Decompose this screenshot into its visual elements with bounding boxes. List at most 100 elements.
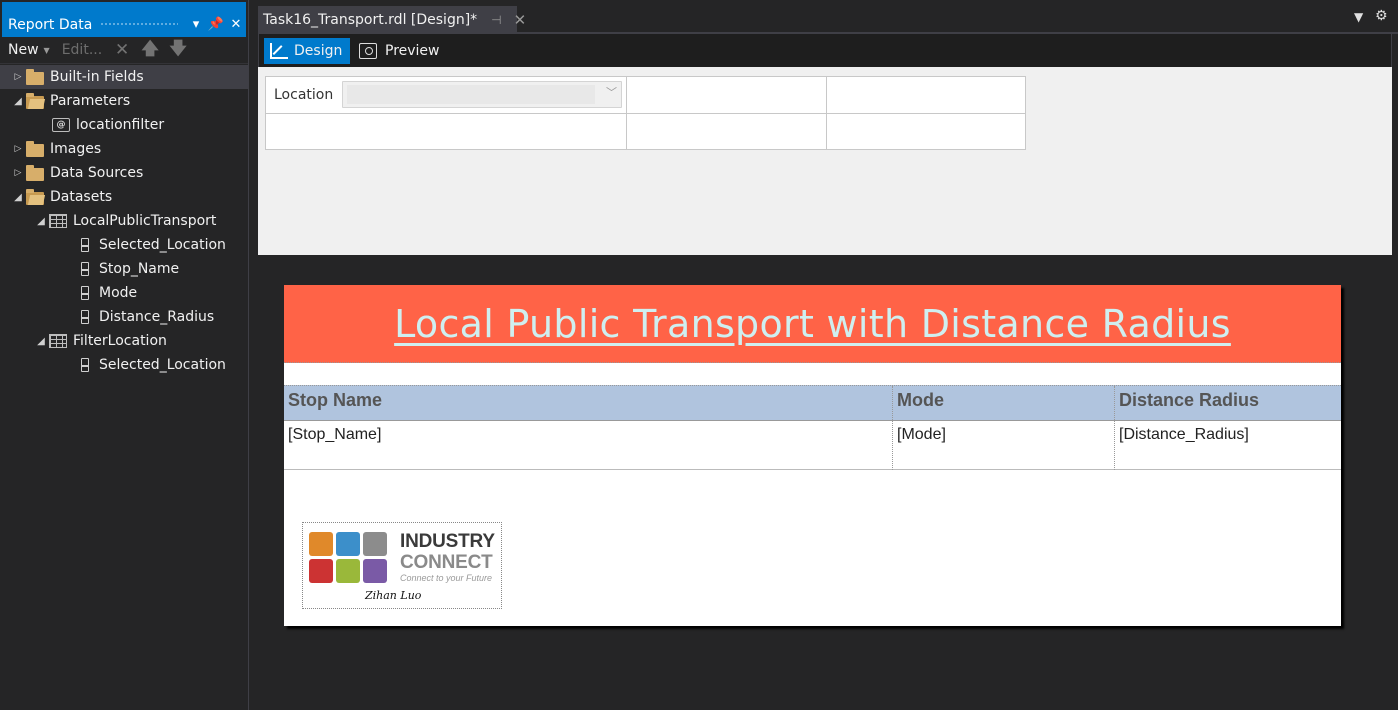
header-cell-distance-radius[interactable]: Distance Radius — [1114, 386, 1341, 420]
open-folder-icon — [26, 92, 44, 109]
close-icon[interactable]: ✕ — [226, 17, 246, 32]
collapse-arrow-icon[interactable]: ◢ — [10, 192, 26, 203]
edit-label: Edit... — [61, 42, 103, 58]
author-signature: Zihan Luo — [365, 589, 422, 602]
tree-item-field[interactable]: Selected_Location — [0, 233, 248, 257]
tree-item-label: Stop_Name — [99, 261, 180, 277]
gear-icon[interactable]: ⚙ — [1375, 8, 1388, 24]
location-parameter-dropdown[interactable]: ﹀ — [342, 81, 622, 108]
tree-item-label: Mode — [99, 285, 138, 301]
chevron-down-icon[interactable]: ﹀ — [606, 84, 617, 100]
parameter-cell[interactable] — [266, 114, 627, 149]
collapse-arrow-icon[interactable]: ◢ — [33, 336, 49, 347]
new-button[interactable]: New ▼ — [8, 42, 50, 58]
tree-item-parameters[interactable]: ◢ Parameters — [0, 89, 248, 113]
parameter-cell[interactable] — [827, 114, 1025, 149]
report-tablix[interactable]: Stop Name Mode Distance Radius [Stop_Nam… — [284, 385, 1341, 470]
logo-tagline: Connect to your Future — [400, 573, 493, 583]
close-icon[interactable]: ✕ — [514, 11, 527, 29]
report-body[interactable]: Local Public Transport with Distance Rad… — [284, 285, 1341, 626]
header-cell-stop-name[interactable]: Stop Name — [284, 386, 892, 420]
parameter-cell[interactable] — [827, 77, 1025, 114]
design-icon — [270, 43, 288, 59]
location-parameter-label: Location — [274, 87, 334, 103]
tree-item-label: Images — [50, 141, 102, 157]
tab-design[interactable]: Design — [264, 38, 351, 64]
tree-item-field[interactable]: Mode — [0, 281, 248, 305]
field-icon — [81, 310, 89, 324]
pin-icon[interactable]: 📌 — [206, 17, 226, 32]
expand-arrow-icon[interactable]: ▷ — [10, 168, 26, 178]
dataset-icon — [49, 334, 67, 348]
parameter-grid: Location ﹀ — [265, 76, 1026, 150]
logo-image[interactable]: INDUSTRY CONNECT Connect to your Future … — [302, 522, 502, 609]
document-tab-title: Task16_Transport.rdl [Design]* — [263, 12, 478, 28]
tree-item-label: Data Sources — [50, 165, 144, 181]
delete-icon[interactable]: ✕ — [108, 40, 136, 60]
parameter-cell[interactable] — [627, 114, 827, 149]
design-canvas: Local Public Transport with Distance Rad… — [258, 255, 1398, 710]
report-title: Local Public Transport with Distance Rad… — [394, 301, 1231, 346]
logo-line1: INDUSTRY — [400, 531, 495, 552]
tree-item-localpublictransport[interactable]: ◢ LocalPublicTransport — [0, 209, 248, 233]
view-tab-bar: Design Preview — [258, 34, 1392, 67]
tree-item-field[interactable]: Selected_Location — [0, 353, 248, 377]
field-icon — [81, 262, 89, 276]
tree-item-locationfilter[interactable]: @ locationfilter — [0, 113, 248, 137]
tree-item-label: Selected_Location — [99, 357, 226, 373]
preview-icon — [359, 43, 377, 59]
document-tab-strip: Task16_Transport.rdl [Design]* ⊣ ✕ ▼ ⚙ — [258, 0, 1398, 34]
puzzle-logo-icon — [309, 532, 389, 584]
field-icon — [81, 238, 89, 252]
folder-icon — [26, 68, 44, 85]
tab-list-dropdown-icon[interactable]: ▼ — [1354, 10, 1363, 24]
report-title-textbox[interactable]: Local Public Transport with Distance Rad… — [284, 285, 1341, 363]
tree-item-images[interactable]: ▷ Images — [0, 137, 248, 161]
detail-cell-stop-name[interactable]: [Stop_Name] — [284, 421, 892, 470]
tree-item-built-in-fields[interactable]: ▷ Built-in Fields — [0, 65, 248, 89]
expand-arrow-icon[interactable]: ▷ — [10, 144, 26, 154]
detail-cell-mode[interactable]: [Mode] — [892, 421, 1114, 470]
tree-item-label: Selected_Location — [99, 237, 226, 253]
panel-drag-grip[interactable] — [100, 22, 178, 27]
tree-item-filterlocation[interactable]: ◢ FilterLocation — [0, 329, 248, 353]
logo-line2: CONNECT — [400, 552, 493, 573]
tree-item-label: Distance_Radius — [99, 309, 215, 325]
tab-preview-label: Preview — [385, 43, 440, 59]
tree-item-label: locationfilter — [76, 117, 165, 133]
tab-preview[interactable]: Preview — [353, 38, 448, 64]
dropdown-value — [347, 85, 595, 104]
field-icon — [81, 358, 89, 372]
tree-item-data-sources[interactable]: ▷ Data Sources — [0, 161, 248, 185]
collapse-arrow-icon[interactable]: ◢ — [10, 96, 26, 107]
tree-item-datasets[interactable]: ◢ Datasets — [0, 185, 248, 209]
parameter-pane: Location ﹀ — [258, 67, 1392, 255]
collapse-arrow-icon[interactable]: ◢ — [33, 216, 49, 227]
arrow-down-icon[interactable]: 🡇 — [164, 36, 192, 65]
table-row: [Stop_Name] [Mode] [Distance_Radius] — [284, 421, 1341, 470]
parameter-icon: @ — [52, 118, 70, 132]
window-position-dropdown-icon[interactable]: ▾ — [186, 17, 206, 32]
table-header-row: Stop Name Mode Distance Radius — [284, 385, 1341, 421]
field-icon — [81, 286, 89, 300]
tree-item-field[interactable]: Stop_Name — [0, 257, 248, 281]
tab-design-label: Design — [294, 43, 343, 59]
tree-item-field[interactable]: Distance_Radius — [0, 305, 248, 329]
edit-button[interactable]: Edit... — [62, 42, 102, 58]
panel-title-bar: Report Data ▾ 📌 ✕ — [0, 0, 248, 37]
folder-icon — [26, 140, 44, 157]
folder-icon — [26, 164, 44, 181]
dataset-icon — [49, 214, 67, 228]
expand-arrow-icon[interactable]: ▷ — [10, 72, 26, 82]
new-label: New — [8, 42, 39, 58]
pin-icon[interactable]: ⊣ — [491, 13, 501, 27]
parameter-cell[interactable]: Location ﹀ — [266, 77, 627, 114]
panel-toolbar: New ▼ Edit... ✕ 🡅 🡇 — [0, 37, 248, 64]
header-cell-mode[interactable]: Mode — [892, 386, 1114, 420]
detail-cell-distance-radius[interactable]: [Distance_Radius] — [1114, 421, 1341, 470]
tree-item-label: FilterLocation — [73, 333, 167, 349]
parameter-cell[interactable] — [627, 77, 827, 114]
arrow-up-icon[interactable]: 🡅 — [136, 36, 164, 65]
document-tab[interactable]: Task16_Transport.rdl [Design]* ⊣ ✕ — [258, 6, 526, 34]
chevron-down-icon: ▼ — [43, 45, 50, 55]
